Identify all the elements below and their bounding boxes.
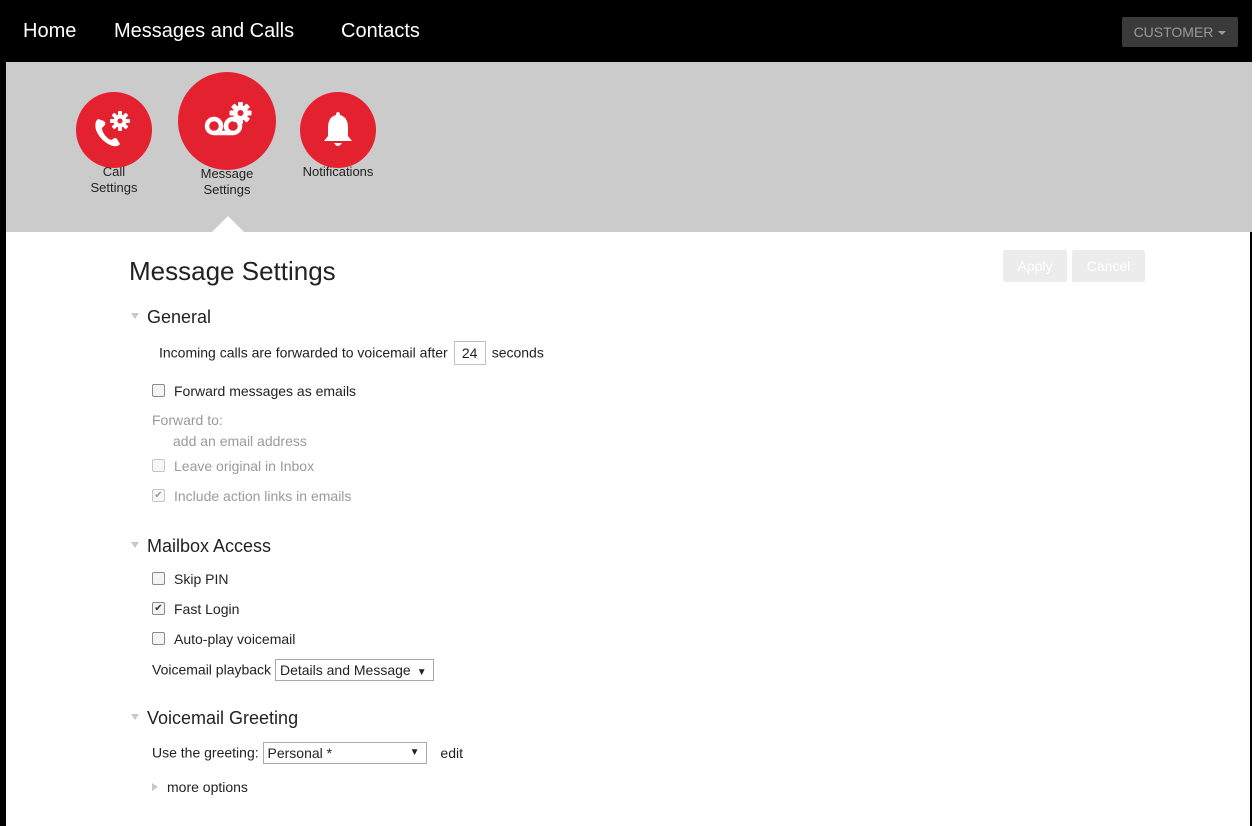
autoplay-row[interactable]: Auto-play voicemail [152, 631, 295, 647]
dropdown-arrow-icon: ▼ [409, 747, 420, 758]
section-greeting-header[interactable]: Voicemail Greeting [131, 708, 298, 729]
tab-call-settings[interactable]: Call Settings [76, 92, 152, 196]
nav-home[interactable]: Home [23, 20, 76, 43]
leave-original-row[interactable]: Leave original in Inbox [152, 458, 314, 474]
section-greeting-title: Voicemail Greeting [147, 708, 299, 728]
expand-triangle-icon [152, 783, 158, 792]
call-settings-label: Call Settings [76, 164, 152, 196]
include-links-row[interactable]: ✔ Include action links in emails [152, 488, 351, 504]
settings-nav-band: Call Settings Message Settings Notificat… [6, 62, 1252, 232]
fast-login-checkbox[interactable]: ✔ [152, 601, 165, 615]
greeting-label: Use the greeting: [152, 744, 259, 761]
playback-select-value: Details and Message [279, 662, 411, 678]
call-settings-label-line2: Settings [90, 180, 138, 195]
apply-button[interactable]: Apply [1003, 250, 1067, 282]
skip-pin-row[interactable]: Skip PIN [152, 571, 228, 587]
active-tab-pointer [212, 216, 244, 232]
voicemail-gear-icon [204, 102, 252, 136]
tab-message-settings[interactable]: Message Settings [178, 72, 276, 198]
section-general-title: General [147, 307, 212, 327]
section-general-header[interactable]: General [131, 307, 211, 328]
fast-login-row[interactable]: ✔ Fast Login [152, 601, 239, 617]
nav-contacts[interactable]: Contacts [341, 20, 420, 43]
more-options-row[interactable]: more options [152, 779, 248, 795]
more-options-link[interactable]: more options [167, 779, 248, 795]
leave-original-checkbox[interactable] [152, 458, 165, 472]
playback-label: Voicemail playback [152, 661, 272, 678]
forward-emails-checkbox[interactable] [152, 383, 165, 397]
autoplay-checkbox[interactable] [152, 631, 165, 645]
include-links-label: Include action links in emails [174, 488, 352, 504]
playback-row: Voicemail playback Details and Message ▼ [152, 659, 434, 682]
tab-notifications[interactable]: Notifications [298, 92, 378, 180]
playback-select[interactable]: Details and Message ▼ [274, 659, 434, 681]
forward-emails-label: Forward messages as emails [174, 383, 357, 399]
edit-greeting-link[interactable]: edit [440, 745, 463, 761]
forward-to-label: Forward to: [152, 412, 223, 428]
call-settings-circle [76, 92, 152, 168]
greeting-select-value: Personal * [267, 745, 333, 761]
message-settings-circle [178, 72, 276, 170]
caret-down-icon [1218, 31, 1227, 36]
autoplay-label: Auto-play voicemail [174, 631, 296, 647]
collapse-triangle-icon [131, 714, 139, 721]
forward-delay-row: Incoming calls are forwarded to voicemai… [159, 341, 544, 366]
message-settings-label: Message Settings [178, 166, 276, 198]
cancel-button[interactable]: Cancel [1072, 250, 1145, 282]
skip-pin-label: Skip PIN [174, 571, 229, 587]
collapse-triangle-icon [131, 313, 139, 320]
section-mailbox-header[interactable]: Mailbox Access [131, 536, 271, 557]
collapse-triangle-icon [131, 542, 139, 549]
forward-delay-prefix: Incoming calls are forwarded to voicemai… [159, 344, 448, 361]
section-mailbox-title: Mailbox Access [147, 536, 272, 556]
nav-messages-and-calls[interactable]: Messages and Calls [114, 20, 294, 43]
leave-original-label: Leave original in Inbox [174, 458, 315, 474]
include-links-checkbox[interactable]: ✔ [152, 488, 165, 502]
bell-icon [324, 112, 352, 146]
account-label: CUSTOMER [1133, 24, 1214, 40]
skip-pin-checkbox[interactable] [152, 571, 165, 585]
account-menu-button[interactable]: CUSTOMER [1122, 17, 1238, 47]
forward-emails-row[interactable]: Forward messages as emails [152, 383, 356, 399]
greeting-select[interactable]: Personal * ▼ [262, 742, 427, 764]
phone-gear-icon [95, 111, 130, 147]
forward-delay-suffix: seconds [491, 344, 544, 361]
top-nav: Home Messages and Calls Contacts CUSTOME… [6, 0, 1252, 62]
greeting-row: Use the greeting: Personal * ▼ edit [152, 742, 463, 765]
notifications-circle [300, 92, 376, 168]
dropdown-arrow-icon: ▼ [416, 667, 427, 678]
fast-login-label: Fast Login [174, 601, 240, 617]
forward-seconds-input[interactable]: 24 [453, 341, 486, 365]
add-email-link[interactable]: add an email address [173, 433, 307, 449]
page-title: Message Settings [129, 256, 336, 286]
message-settings-label-line2: Settings [203, 182, 251, 197]
